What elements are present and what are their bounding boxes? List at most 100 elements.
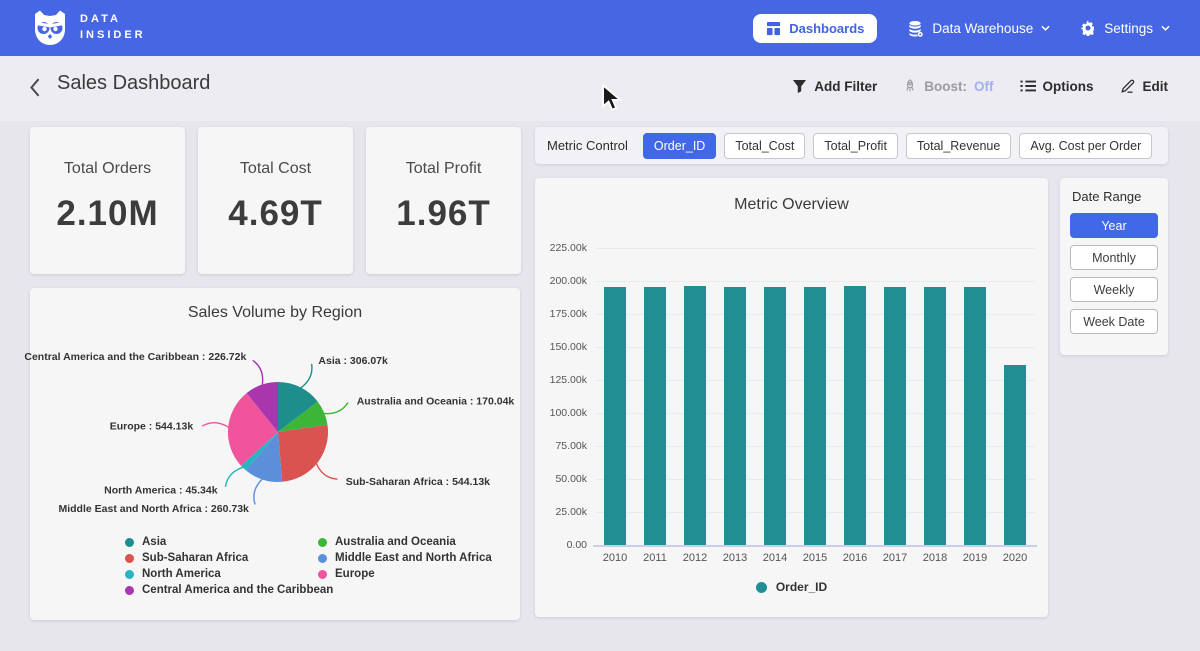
y-axis-tick: 200.00k	[535, 275, 587, 287]
date-range-monthly[interactable]: Monthly	[1070, 245, 1158, 270]
bar-2011[interactable]	[644, 287, 666, 545]
metric-chips: Order_ID Total_Cost Total_Profit Total_Reve…	[643, 133, 1152, 159]
bar-2010[interactable]	[604, 287, 626, 545]
dashboard-grid-icon	[766, 21, 781, 36]
x-axis-label-2015: 2015	[795, 552, 835, 564]
bar-2019[interactable]	[964, 287, 986, 545]
kpi-value: 4.69T	[198, 194, 353, 234]
legend-item-middle-east-and-north-africa[interactable]: Middle East and North Africa	[318, 550, 492, 566]
legend-item-north-america[interactable]: North America	[125, 566, 333, 582]
sales-dashboard-app: DATA INSIDER Dashboards	[0, 0, 1200, 651]
gear-icon	[1080, 20, 1096, 36]
bar-slot	[755, 248, 795, 545]
bar-slot	[635, 248, 675, 545]
x-axis-label-2016: 2016	[835, 552, 875, 564]
page-title: Sales Dashboard	[57, 72, 210, 95]
title-bar-actions: Add Filter Boost: Off	[792, 78, 1168, 94]
date-range-year[interactable]: Year	[1070, 213, 1158, 238]
pie-label-line	[299, 364, 312, 389]
x-axis-label-2020: 2020	[995, 552, 1035, 564]
legend-item-australia-and-oceania[interactable]: Australia and Oceania	[318, 534, 492, 550]
add-filter-button[interactable]: Add Filter	[792, 79, 877, 94]
options-button[interactable]: Options	[1020, 79, 1094, 94]
database-icon	[907, 20, 924, 37]
legend-label: Europe	[335, 568, 375, 580]
bar-2018[interactable]	[924, 287, 946, 545]
bars-row	[595, 248, 1035, 545]
y-axis-tick: 0.00	[535, 539, 587, 551]
bar-2015[interactable]	[804, 287, 826, 545]
bar-2020[interactable]	[1004, 365, 1026, 545]
x-axis-label-2011: 2011	[635, 552, 675, 564]
brand-logo[interactable]: DATA INSIDER	[30, 8, 146, 48]
date-range-weekly[interactable]: Weekly	[1070, 277, 1158, 302]
bar-legend-label: Order_ID	[776, 580, 827, 594]
bar-2017[interactable]	[884, 287, 906, 545]
legend-label: Middle East and North Africa	[335, 552, 492, 564]
bar-legend-item[interactable]: Order_ID	[535, 580, 1048, 594]
legend-item-asia[interactable]: Asia	[125, 534, 333, 550]
bar-2013[interactable]	[724, 287, 746, 545]
legend-dot	[318, 554, 327, 563]
pencil-icon	[1120, 78, 1136, 94]
x-axis-label-2012: 2012	[675, 552, 715, 564]
x-axis-label-2018: 2018	[915, 552, 955, 564]
pie-slice-sub-saharan-africa[interactable]	[278, 425, 328, 482]
list-icon	[1020, 79, 1036, 93]
bar-slot	[675, 248, 715, 545]
pie-label-central-america-and-the-caribbean: Central America and the Caribbean : 226.…	[24, 351, 246, 363]
metric-chip-total-profit[interactable]: Total_Profit	[813, 133, 898, 159]
metric-chip-total-cost[interactable]: Total_Cost	[724, 133, 805, 159]
date-range-week-date[interactable]: Week Date	[1070, 309, 1158, 334]
bar-2012[interactable]	[684, 286, 706, 545]
x-axis-line	[593, 545, 1037, 547]
bar-slot	[595, 248, 635, 545]
bar-slot	[995, 248, 1035, 545]
x-axis-label-2017: 2017	[875, 552, 915, 564]
boost-label: Boost:	[924, 79, 967, 94]
kpi-card-total-cost: Total Cost4.69T	[198, 127, 353, 274]
y-axis-tick: 50.00k	[535, 473, 587, 485]
settings-menu[interactable]: Settings	[1080, 20, 1170, 36]
kpi-value: 2.10M	[30, 194, 185, 234]
pie-label-australia-and-oceania: Australia and Oceania : 170.04k	[357, 395, 515, 407]
legend-item-central-america-and-the-caribbean[interactable]: Central America and the Caribbean	[125, 582, 333, 598]
pie-label-line	[316, 462, 338, 479]
title-bar: Sales Dashboard Add Filter Boost: Off	[0, 56, 1200, 121]
y-axis-tick: 225.00k	[535, 242, 587, 254]
data-warehouse-menu[interactable]: Data Warehouse	[907, 20, 1050, 37]
legend-item-sub-saharan-africa[interactable]: Sub-Saharan Africa	[125, 550, 333, 566]
y-axis-tick: 75.00k	[535, 440, 587, 452]
metric-chip-order-id[interactable]: Order_ID	[643, 133, 716, 159]
filter-icon	[792, 79, 807, 94]
legend-dot	[125, 570, 134, 579]
bar-slot	[955, 248, 995, 545]
bar-2016[interactable]	[844, 286, 866, 545]
legend-label: Sub-Saharan Africa	[142, 552, 248, 564]
boost-toggle[interactable]: Boost: Off	[903, 78, 993, 94]
pie-label-middle-east-and-north-africa: Middle East and North Africa : 260.73k	[58, 503, 249, 515]
back-button[interactable]	[28, 78, 42, 98]
metric-control-bar: Metric Control Order_IDTotal_CostTotal_P…	[535, 127, 1168, 164]
bar-slot	[915, 248, 955, 545]
owl-logo-icon	[30, 8, 70, 48]
legend-dot	[125, 554, 134, 563]
sales-volume-card: Sales Volume by Region Asia : 306.07kAus…	[30, 288, 520, 620]
kpi-value: 1.96T	[366, 194, 521, 234]
sales-volume-pie-chart: Asia : 306.07kAustralia and Oceania : 17…	[30, 332, 520, 530]
legend-item-europe[interactable]: Europe	[318, 566, 492, 582]
metric-chip-avg-cost-per-order[interactable]: Avg. Cost per Order	[1019, 133, 1152, 159]
bar-2014[interactable]	[764, 287, 786, 545]
chevron-down-icon	[1041, 25, 1050, 31]
add-filter-label: Add Filter	[814, 79, 877, 94]
bar-slot	[835, 248, 875, 545]
kpi-card-total-orders: Total Orders2.10M	[30, 127, 185, 274]
date-range-options: Year Monthly Weekly Week Date	[1070, 213, 1158, 334]
edit-button[interactable]: Edit	[1120, 78, 1169, 94]
metric-chip-total-revenue[interactable]: Total_Revenue	[906, 133, 1011, 159]
dashboards-button[interactable]: Dashboards	[753, 14, 877, 43]
rocket-icon	[903, 78, 917, 94]
settings-label: Settings	[1104, 21, 1153, 36]
y-axis-tick: 25.00k	[535, 506, 587, 518]
edit-label: Edit	[1143, 79, 1169, 94]
